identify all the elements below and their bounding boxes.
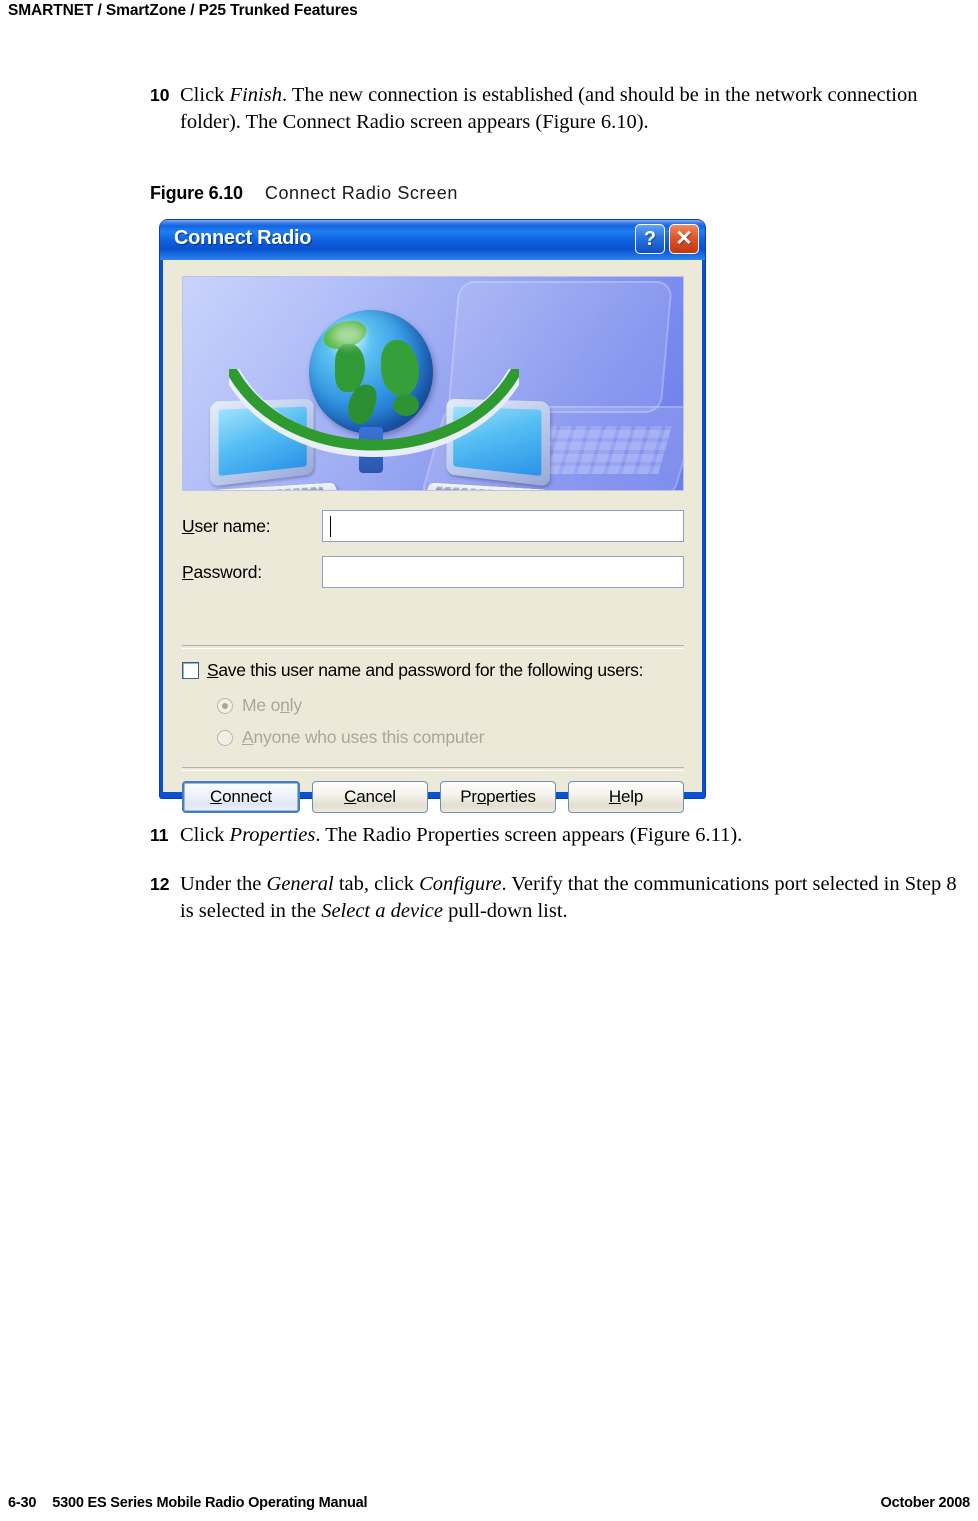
step-text: Click Finish. The new connection is esta…	[180, 84, 918, 133]
credentials-form: User name: Password:	[182, 510, 684, 602]
dialog-title: Connect Radio	[174, 227, 312, 249]
dialog-title-bar: Connect Radio ? ✕	[160, 220, 705, 260]
properties-button-label: Properties	[460, 787, 536, 806]
step-text: Click Properties. The Radio Properties s…	[180, 824, 743, 846]
step-item-12: 12 Under the General tab, click Configur…	[150, 871, 970, 925]
step-number: 11	[150, 825, 169, 845]
connect-button-label: Connect	[210, 787, 272, 806]
footer-date: October 2008	[880, 1495, 971, 1511]
content-column-lower: 11 Click Properties. The Radio Propertie…	[150, 822, 970, 939]
close-glyph: ✕	[675, 226, 693, 250]
emphasis-finish: Finish	[229, 84, 282, 106]
emphasis-configure: Configure	[419, 873, 502, 895]
laptop-keyboard	[212, 482, 347, 490]
cancel-button-label: Cancel	[344, 787, 396, 806]
close-icon[interactable]: ✕	[669, 224, 699, 254]
radio-anyone[interactable]: Anyone who uses this computer	[217, 727, 484, 748]
figure-label: Figure 6.10	[150, 183, 243, 203]
dialog-body: User name: Password: Save this user name…	[163, 260, 702, 813]
radio-anyone-label: Anyone who uses this computer	[242, 727, 485, 747]
save-credentials-label: Save this user name and password for the…	[207, 660, 644, 680]
connect-button[interactable]: Connect	[182, 781, 300, 813]
password-label: Password:	[182, 561, 262, 582]
connect-radio-dialog: Connect Radio ? ✕ User name: Password: S…	[160, 220, 705, 813]
password-input[interactable]	[322, 556, 684, 588]
figure-caption: Figure 6.10 Connect Radio Screen	[150, 183, 458, 204]
properties-button[interactable]: Properties	[440, 781, 556, 813]
help-glyph: ?	[643, 228, 657, 250]
emphasis-general: General	[266, 873, 334, 895]
username-label: User name:	[182, 515, 271, 536]
step-number: 10	[150, 85, 170, 105]
page-number: 6-30	[8, 1495, 37, 1511]
dialog-button-row: Connect Cancel Properties Help	[182, 781, 684, 813]
password-row: Password:	[182, 556, 684, 588]
emphasis-properties: Properties	[229, 824, 316, 846]
save-credentials-checkbox[interactable]	[182, 662, 199, 679]
radio-me-only-label: Me only	[242, 695, 302, 715]
emphasis-select-a-device: Select a device	[321, 900, 443, 922]
step-item-11: 11 Click Properties. The Radio Propertie…	[150, 822, 970, 849]
username-input[interactable]	[322, 510, 684, 542]
step-item-10: 10 Click Finish. The new connection is e…	[150, 82, 970, 136]
running-header: SMARTNET / SmartZone / P25 Trunked Featu…	[8, 2, 358, 19]
separator-top	[182, 645, 684, 649]
step-number: 12	[150, 874, 170, 894]
help-button[interactable]: Help	[568, 781, 684, 813]
radio-me-only[interactable]: Me only	[217, 695, 484, 716]
text-caret	[330, 516, 331, 537]
connection-arc-icon	[229, 369, 519, 457]
save-credentials-row[interactable]: Save this user name and password for the…	[182, 660, 644, 681]
radio-me-only-indicator[interactable]	[217, 697, 233, 714]
title-bar-buttons: ? ✕	[635, 224, 699, 254]
help-icon[interactable]: ?	[635, 224, 665, 254]
username-row: User name:	[182, 510, 684, 542]
content-column: 10 Click Finish. The new connection is e…	[150, 82, 970, 136]
radio-anyone-indicator[interactable]	[217, 729, 233, 746]
help-button-label: Help	[608, 787, 644, 806]
cancel-button[interactable]: Cancel	[312, 781, 428, 813]
separator-bottom	[182, 767, 684, 771]
page-footer: 6-30 5300 ES Series Mobile Radio Operati…	[8, 1495, 970, 1511]
user-scope-radio-group: Me only Anyone who uses this computer	[217, 695, 484, 759]
step-text: Under the General tab, click Configure. …	[180, 873, 957, 922]
figure-title: Connect Radio Screen	[264, 183, 458, 203]
manual-title: 5300 ES Series Mobile Radio Operating Ma…	[52, 1495, 368, 1511]
footer-left: 6-30 5300 ES Series Mobile Radio Operati…	[8, 1495, 368, 1511]
network-banner-image	[182, 276, 684, 491]
